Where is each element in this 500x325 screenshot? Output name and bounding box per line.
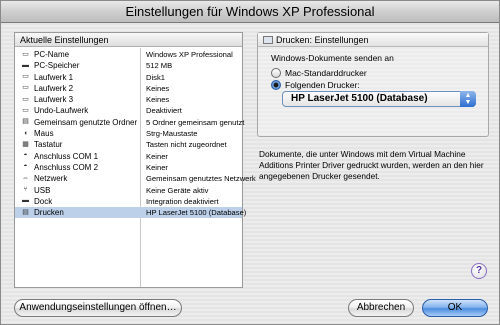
list-item-value: Integration deaktiviert <box>146 196 219 206</box>
list-item-value: HP LaserJet 5100 (Database) <box>146 208 247 218</box>
list-item[interactable]: ⇔ Netzwerk Gemeinsam genutztes Netzwerk <box>15 173 256 184</box>
com-port-icon: ◓ <box>23 163 28 171</box>
list-item-value: Windows XP Professional <box>146 50 233 59</box>
list-item-value: Tasten nicht zugeordnet <box>146 140 227 150</box>
undo-drive-icon: ▭ <box>22 106 29 114</box>
list-item-value: Strg-Maustaste <box>146 129 198 139</box>
list-item-name: Tastatur <box>34 140 63 150</box>
settings-list-header: Aktuelle Einstellungen <box>15 33 242 47</box>
list-item[interactable]: ◖ Maus Strg-Maustaste <box>15 128 242 139</box>
usb-icon: ⑂ <box>23 186 28 194</box>
list-item-name: PC-Name <box>34 50 70 59</box>
list-item-value: Keines <box>146 83 170 93</box>
dock-icon: ▬ <box>22 197 29 205</box>
list-item-value: Disk1 <box>146 72 165 82</box>
radio-mac-default-label: Mac-Standarddrucker <box>285 68 367 78</box>
send-to-label: Windows-Dokumente senden an <box>271 53 394 63</box>
shared-folder-icon: ▤ <box>22 118 29 126</box>
list-item[interactable]: ▭ Laufwerk 3 Keines <box>15 94 242 105</box>
list-item-name: Netzwerk <box>34 174 68 184</box>
list-item-value: 5 Ordner gemeinsam genutzt <box>146 117 245 127</box>
settings-window: Einstellungen für Windows XP Professiona… <box>0 0 500 325</box>
printer-description: Dokumente, die unter Windows mit dem Vir… <box>259 149 484 181</box>
cancel-button[interactable]: Abbrechen <box>348 299 414 317</box>
list-item-name: Laufwerk 1 <box>34 72 74 82</box>
list-item-name: Laufwerk 2 <box>34 83 74 93</box>
list-item[interactable]: ▦ Tastatur Tasten nicht zugeordnet <box>15 139 242 150</box>
drive-icon: ▭ <box>22 95 29 103</box>
list-item-name: Laufwerk 3 <box>34 95 74 105</box>
ok-button[interactable]: OK <box>422 299 488 317</box>
list-item[interactable]: ◓ Anschluss COM 1 Keiner <box>15 151 242 162</box>
list-item-name: Gemeinsam genutzte Ordner <box>34 117 138 127</box>
printer-panel-title-text: Drucken: Einstellungen <box>276 35 369 45</box>
list-item-name: Maus <box>34 129 54 139</box>
list-item-name: Undo-Laufwerk <box>34 106 89 116</box>
printer-panel-title: Drucken: Einstellungen <box>258 33 488 47</box>
list-item-name: Drucken <box>34 208 64 218</box>
list-item[interactable]: ⑂ USB Keine Geräte aktiv <box>15 185 242 196</box>
list-item-name: Anschluss COM 2 <box>34 162 99 172</box>
radio-following-printer[interactable]: Folgenden Drucker: <box>271 79 360 91</box>
printer-settings-panel: Drucken: Einstellungen Windows-Dokumente… <box>257 32 489 137</box>
memory-icon: ▬ <box>22 61 29 69</box>
list-item[interactable]: ◓ Anschluss COM 2 Keiner <box>15 162 242 173</box>
list-item-name: Anschluss COM 1 <box>34 151 99 161</box>
radio-button-on[interactable] <box>271 79 281 90</box>
pc-icon: ▭ <box>22 50 29 58</box>
list-item[interactable]: ▭ PC-Name Windows XP Professional <box>15 49 242 60</box>
list-item-name: Dock <box>34 196 53 206</box>
printer-icon: ▤ <box>22 208 29 216</box>
list-item-value: Keines <box>146 95 170 105</box>
list-item-value: Deaktiviert <box>146 106 182 116</box>
settings-list[interactable]: Aktuelle Einstellungen ▭ PC-Name Windows X… <box>14 32 256 288</box>
mouse-icon: ◖ <box>23 129 28 137</box>
keyboard-icon: ▦ <box>22 140 29 148</box>
printer-select-value: HP LaserJet 5100 (Database) <box>291 93 428 104</box>
com-port-icon: ◓ <box>23 152 28 160</box>
printer-select-popup[interactable]: HP LaserJet 5100 (Database) ▲ ▼ <box>282 91 476 107</box>
printer-icon <box>263 35 273 44</box>
popup-arrows-icon: ▲ ▼ <box>460 91 476 107</box>
open-app-settings-button[interactable]: Anwendungseinstellungen öffnen… <box>14 299 182 317</box>
list-item-value: Keiner <box>146 151 168 161</box>
help-button[interactable]: ? <box>471 263 487 279</box>
list-item-value: Gemeinsam genutztes Netzwerk <box>146 174 256 184</box>
list-item-value: Keine Geräte aktiv <box>146 185 209 195</box>
drive-icon: ▭ <box>22 73 29 81</box>
list-item-value: 512 MB <box>146 61 173 71</box>
list-item[interactable]: ▤ Drucken HP LaserJet 5100 (Database) <box>15 207 246 219</box>
list-item-name: USB <box>34 185 51 195</box>
list-item[interactable]: ▬ Dock Integration deaktiviert <box>15 196 242 207</box>
radio-button-off[interactable] <box>271 67 281 78</box>
list-item[interactable]: ▭ Laufwerk 1 Disk1 <box>15 72 242 83</box>
network-icon: ⇔ <box>22 174 29 182</box>
list-item[interactable]: ▭ Laufwerk 2 Keines <box>15 83 242 94</box>
list-item[interactable]: ▬ PC-Speicher 512 MB <box>15 60 242 71</box>
radio-mac-default-printer[interactable]: Mac-Standarddrucker <box>271 67 367 79</box>
drive-icon: ▭ <box>22 84 29 92</box>
list-item[interactable]: ▤ Gemeinsam genutzte Ordner 5 Ordner gemei… <box>15 117 245 128</box>
list-item-name: PC-Speicher <box>34 61 80 71</box>
list-item[interactable]: ▭ Undo-Laufwerk Deaktiviert <box>15 105 242 116</box>
window-title: Einstellungen für Windows XP Professiona… <box>1 1 499 23</box>
radio-following-label: Folgenden Drucker: <box>285 80 360 90</box>
list-item-value: Keiner <box>146 162 168 172</box>
